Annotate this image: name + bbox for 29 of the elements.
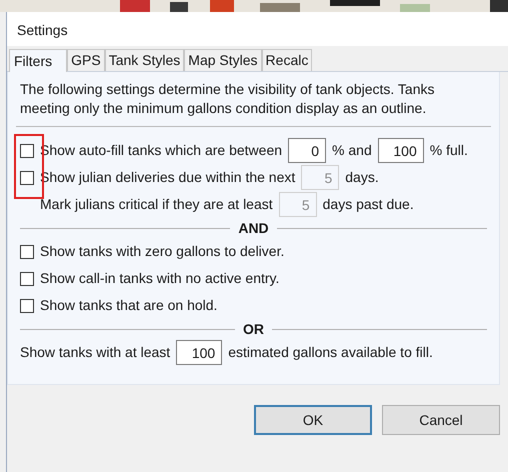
checkbox[interactable]: [20, 144, 34, 158]
divider-label: AND: [238, 218, 269, 238]
divider-label: OR: [243, 320, 264, 338]
checkbox[interactable]: [20, 272, 34, 286]
window-title: Settings: [7, 12, 508, 46]
number-field[interactable]: 0: [288, 138, 326, 163]
tab[interactable]: Map Styles: [184, 49, 262, 71]
option-label: Show call-in tanks with no active entry.: [40, 269, 280, 288]
option-label: estimated gallons available to fill.: [228, 343, 433, 362]
checkbox[interactable]: [20, 244, 34, 258]
tab[interactable]: Filters: [9, 49, 68, 72]
number-field[interactable]: 100: [176, 340, 222, 365]
checkbox[interactable]: [20, 298, 34, 312]
number-field[interactable]: 100: [378, 138, 424, 163]
option-label: days past due.: [322, 195, 414, 214]
option-label: Show tanks with at least: [20, 343, 170, 362]
tab[interactable]: GPS: [67, 49, 105, 71]
option-label: days.: [345, 168, 379, 187]
option-label: % and: [332, 141, 372, 160]
option-label: % full.: [430, 141, 468, 160]
option-label: Show tanks that are on hold.: [40, 296, 218, 315]
option-label: Show tanks with zero gallons to deliver.: [40, 242, 284, 261]
description-text: The following settings determine the visibility of tank objects. Tanks meeting only the minimum gallons condition display as an outline.: [20, 80, 436, 118]
tab[interactable]: Tank Styles: [104, 49, 184, 71]
tab[interactable]: Recalc: [262, 49, 312, 71]
ok-button[interactable]: OK: [254, 405, 372, 435]
cancel-button[interactable]: Cancel: [382, 405, 500, 435]
option-label: Mark julians critical if they are at least: [40, 195, 273, 214]
checkbox[interactable]: [20, 170, 34, 184]
